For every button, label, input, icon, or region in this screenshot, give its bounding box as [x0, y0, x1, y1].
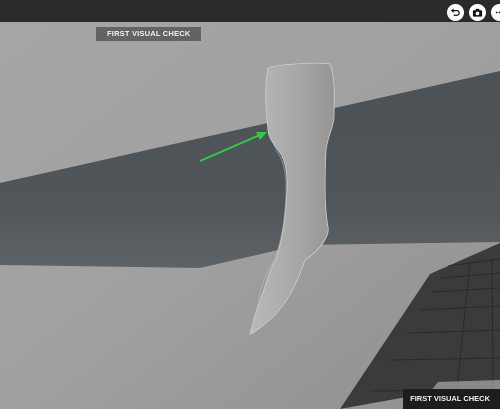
viewer-toolbar — [447, 4, 500, 21]
undo-button[interactable] — [447, 4, 464, 21]
undo-icon — [450, 8, 460, 16]
camera-button[interactable] — [469, 4, 486, 21]
footer-step-label: FIRST VISUAL CHECK — [403, 389, 500, 409]
camera-icon — [472, 8, 483, 17]
scene-canvas[interactable] — [0, 0, 500, 409]
3d-viewer[interactable]: FIRST VISUAL CHECK FIRST VISUAL CHECK — [0, 0, 500, 409]
more-button[interactable] — [491, 4, 500, 21]
more-icon — [495, 11, 500, 14]
step-title-label: FIRST VISUAL CHECK — [96, 27, 202, 41]
top-bar — [0, 0, 500, 22]
